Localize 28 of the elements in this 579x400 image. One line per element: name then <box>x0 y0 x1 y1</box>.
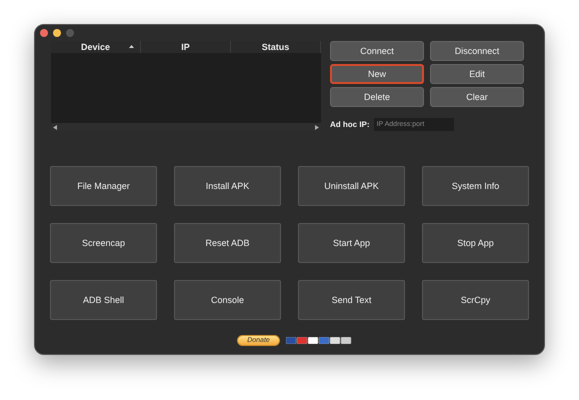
action-button[interactable]: Screencap <box>50 223 157 263</box>
action-button[interactable]: Start App <box>298 223 405 263</box>
column-header[interactable]: Device <box>51 41 141 53</box>
payment-cards-drawing <box>286 336 352 344</box>
action-button[interactable]: Install APK <box>174 166 281 206</box>
column-header[interactable]: Status <box>231 41 321 53</box>
device-button[interactable]: Clear <box>430 87 524 107</box>
scroll-left-icon[interactable] <box>53 124 57 130</box>
scroll-right-icon[interactable] <box>315 124 319 130</box>
device-button[interactable]: Delete <box>330 87 424 107</box>
action-button[interactable]: ADB Shell <box>50 280 157 320</box>
minimize-button[interactable] <box>53 29 61 37</box>
action-button[interactable]: Stop App <box>422 223 529 263</box>
action-button[interactable]: File Manager <box>50 166 157 206</box>
device-button[interactable]: New <box>330 64 424 84</box>
action-button[interactable]: Send Text <box>298 280 405 320</box>
action-button[interactable]: ScrCpy <box>422 280 529 320</box>
adhoc-ip-label: Ad hoc IP: <box>330 120 370 129</box>
device-button[interactable]: Connect <box>330 41 424 61</box>
action-button[interactable]: Reset ADB <box>174 223 281 263</box>
action-button[interactable]: Console <box>174 280 281 320</box>
close-button[interactable] <box>40 29 48 37</box>
action-button[interactable]: System Info <box>422 166 529 206</box>
sort-arrow-icon <box>129 45 134 48</box>
device-button[interactable]: Disconnect <box>430 41 524 61</box>
device-button[interactable]: Edit <box>430 64 524 84</box>
action-button[interactable]: Uninstall APK <box>298 166 405 206</box>
column-header[interactable]: IP <box>141 41 231 53</box>
